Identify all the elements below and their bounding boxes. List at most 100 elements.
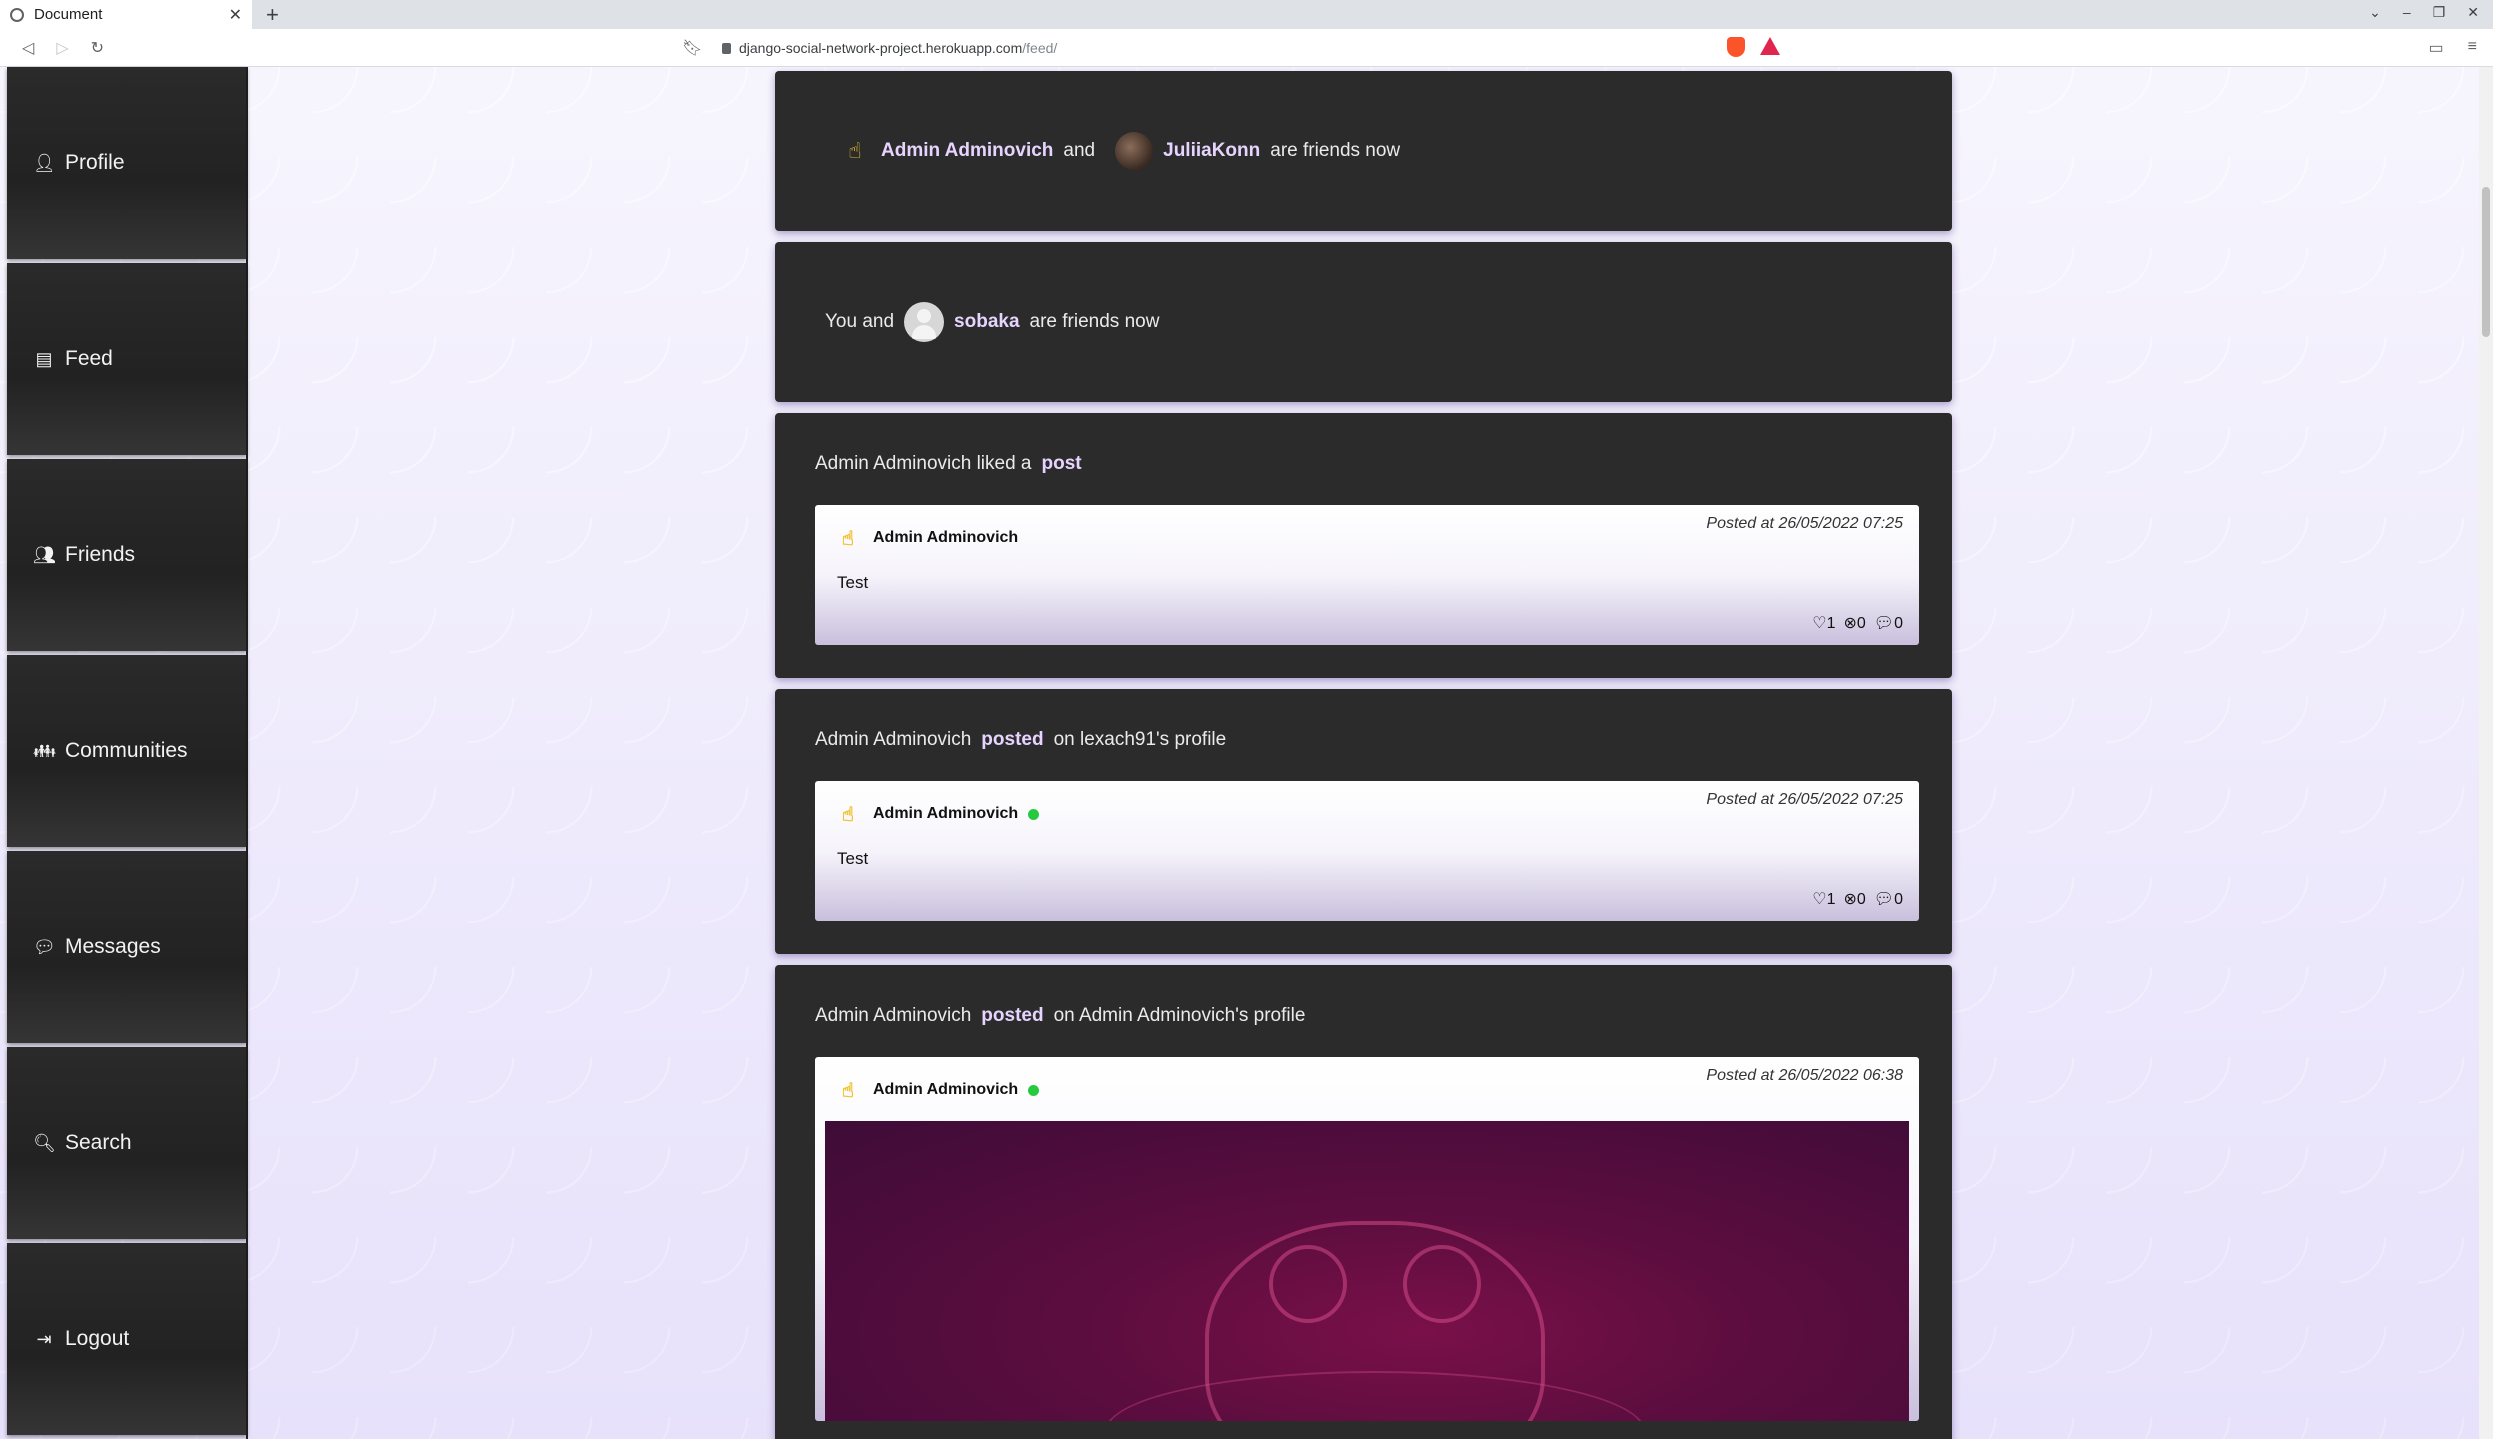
friends-icon: 👥︎ — [33, 544, 56, 565]
comment-icon: 💬︎ — [1873, 891, 1895, 908]
post-card[interactable]: Posted at 26/05/2022 06:38 ☝︎ Admin Admi… — [815, 1057, 1919, 1421]
activity-text: on Admin Adminovich's profile — [1053, 1005, 1306, 1026]
friendship-card: You and sobaka are friends now — [775, 242, 1952, 402]
like-button[interactable]: ♡1 — [1812, 889, 1835, 909]
feed: ☝︎ Admin Adminovich and JuliiaKonn are f… — [775, 71, 1952, 1439]
friendship-connector: and — [1063, 140, 1096, 161]
post-timestamp: Posted at 26/05/2022 06:38 — [1706, 1067, 1903, 1084]
dislike-count: 0 — [1856, 615, 1866, 632]
sidebar-item-label: Feed — [65, 347, 113, 370]
comment-button[interactable]: 💬︎0 — [1874, 889, 1903, 909]
user-link[interactable]: sobaka — [954, 311, 1019, 333]
sidebar: 👤︎ Profile ▤ Feed 👥︎ Friends 👪︎ Communit… — [7, 67, 247, 1439]
post-card[interactable]: Posted at 26/05/2022 07:25 ☝︎ Admin Admi… — [815, 781, 1919, 921]
like-button[interactable]: ♡1 — [1812, 613, 1835, 633]
chevron-down-icon[interactable]: ⌄ — [2369, 4, 2381, 21]
sidebar-item-label: Messages — [65, 935, 161, 958]
post-counters: ♡1 ⊗0 💬︎0 — [1812, 613, 1903, 633]
post-timestamp: Posted at 26/05/2022 07:25 — [1706, 791, 1903, 808]
sidebar-item-label: Search — [65, 1131, 132, 1154]
avatar[interactable] — [1115, 132, 1154, 170]
friendship-prefix: You and — [825, 311, 895, 332]
user-link[interactable]: Admin Adminovich — [815, 1005, 971, 1027]
wallet-icon[interactable]: ▭ — [2429, 38, 2444, 58]
newspaper-icon: ▤ — [35, 348, 53, 369]
author-name: Admin Adminovich — [873, 1081, 1019, 1098]
user-link[interactable]: Admin Adminovich — [881, 140, 1053, 162]
post-timestamp: Posted at 26/05/2022 07:25 — [1706, 515, 1903, 532]
address-bar[interactable]: django-social-network-project.herokuapp.… — [712, 34, 1787, 62]
scrollbar-thumb[interactable] — [2482, 187, 2490, 337]
sidebar-item-logout[interactable]: ⇥ Logout — [7, 1243, 247, 1435]
minimize-icon[interactable]: – — [2403, 4, 2411, 21]
browser-tab[interactable]: Document ✕ — [0, 0, 252, 29]
bookmark-icon[interactable]: 🔖︎ — [682, 38, 702, 58]
browser-toolbar: ◁ ▷ ↻ 🔖︎ django-social-network-project.h… — [0, 29, 2493, 67]
online-indicator — [1028, 808, 1040, 820]
friendship-text: are friends now — [1270, 140, 1401, 161]
sidebar-item-profile[interactable]: 👤︎ Profile — [7, 67, 247, 259]
post-counters: ♡1 ⊗0 💬︎0 — [1812, 889, 1903, 909]
dislike-button[interactable]: ⊗0 — [1843, 613, 1865, 633]
post-link[interactable]: posted — [981, 729, 1043, 751]
sidebar-item-messages[interactable]: 💬︎ Messages — [7, 851, 247, 1043]
search-icon: 🔍︎ — [33, 1132, 56, 1153]
sidebar-item-friends[interactable]: 👥︎ Friends — [7, 459, 247, 651]
like-count: 1 — [1826, 891, 1836, 908]
avatar[interactable] — [904, 302, 945, 342]
page-scrollbar[interactable] — [2479, 67, 2493, 1439]
post-card[interactable]: Posted at 26/05/2022 07:25 ☝︎ Admin Admi… — [815, 505, 1919, 645]
avatar: ☝︎ — [841, 527, 855, 550]
forward-icon[interactable]: ▷ — [56, 38, 68, 58]
tab-title: Document — [34, 6, 103, 23]
heart-icon: ♡ — [1812, 891, 1827, 908]
comment-button[interactable]: 💬︎0 — [1874, 613, 1903, 633]
sidebar-divider — [246, 67, 248, 1439]
restore-icon[interactable]: ❐ — [2433, 4, 2446, 21]
close-icon[interactable]: ✕ — [229, 5, 242, 25]
post-image[interactable] — [825, 1121, 1909, 1421]
messages-icon: 💬︎ — [33, 936, 56, 957]
activity-header: Admin Adminovich liked a post — [815, 453, 1919, 475]
dislike-icon: ⊗ — [1843, 615, 1857, 632]
post-link[interactable]: posted — [981, 1005, 1043, 1027]
sidebar-item-label: Friends — [65, 543, 136, 566]
author-name: Admin Adminovich — [873, 529, 1019, 546]
new-tab-button[interactable]: + — [266, 2, 279, 28]
author-name: Admin Adminovich — [873, 805, 1019, 822]
post-link[interactable]: post — [1042, 453, 1082, 475]
dislike-icon: ⊗ — [1843, 891, 1857, 908]
brave-shields-icon[interactable] — [1727, 37, 1745, 57]
user-link[interactable]: JuliiaKonn — [1163, 140, 1260, 162]
comment-count: 0 — [1894, 615, 1903, 632]
reload-icon[interactable]: ↻ — [91, 38, 104, 58]
avatar: ☝︎ — [841, 1079, 855, 1102]
logout-icon: ⇥ — [36, 1328, 52, 1349]
sidebar-item-label: Profile — [65, 151, 125, 174]
avatar: ☝︎ — [841, 803, 855, 826]
sidebar-item-feed[interactable]: ▤ Feed — [7, 263, 247, 455]
sidebar-item-label: Communities — [65, 739, 188, 762]
url-host: django-social-network-project.herokuapp.… — [739, 40, 1023, 56]
back-icon[interactable]: ◁ — [22, 38, 34, 58]
friendship-card: ☝︎ Admin Adminovich and JuliiaKonn are f… — [775, 71, 1952, 231]
friendship-text: are friends now — [1029, 311, 1160, 332]
online-indicator — [1028, 1084, 1040, 1096]
lock-icon — [722, 42, 731, 54]
close-window-icon[interactable]: ✕ — [2467, 4, 2479, 21]
dislike-button[interactable]: ⊗0 — [1843, 889, 1865, 909]
user-link[interactable]: Admin Adminovich — [815, 729, 971, 751]
avatar[interactable]: ☝︎ — [841, 137, 869, 165]
brave-rewards-icon[interactable] — [1760, 37, 1780, 55]
activity-card: Admin Adminovich posted on lexach91's pr… — [775, 689, 1952, 954]
sidebar-item-communities[interactable]: 👪︎ Communities — [7, 655, 247, 847]
like-count: 1 — [1826, 615, 1836, 632]
activity-header: Admin Adminovich posted on Admin Adminov… — [815, 1005, 1919, 1027]
sidebar-item-search[interactable]: 🔍︎ Search — [7, 1047, 247, 1239]
menu-icon[interactable]: ≡ — [2468, 38, 2477, 58]
activity-card: Admin Adminovich posted on Admin Adminov… — [775, 965, 1952, 1439]
post-text: Test — [837, 573, 869, 592]
url-path: /feed/ — [1022, 40, 1058, 56]
page-background: 👤︎ Profile ▤ Feed 👥︎ Friends 👪︎ Communit… — [0, 67, 2493, 1439]
activity-card: Admin Adminovich liked a post Posted at … — [775, 413, 1952, 678]
